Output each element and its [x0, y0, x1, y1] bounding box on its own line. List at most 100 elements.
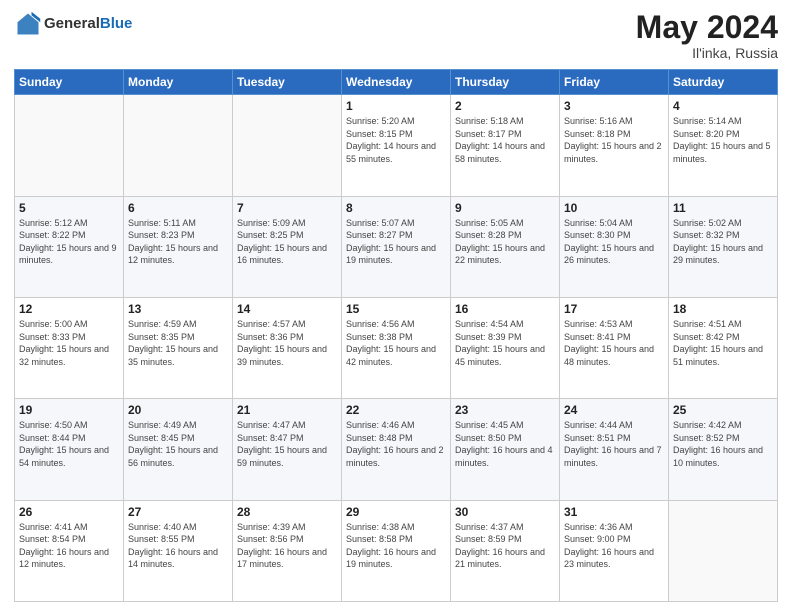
day-sunrise: Sunrise: 5:12 AM	[19, 218, 88, 228]
day-sunset: Sunset: 8:39 PM	[455, 332, 522, 342]
table-row: 25 Sunrise: 4:42 AM Sunset: 8:52 PM Dayl…	[669, 399, 778, 500]
day-sunset: Sunset: 8:22 PM	[19, 230, 86, 240]
table-row: 4 Sunrise: 5:14 AM Sunset: 8:20 PM Dayli…	[669, 95, 778, 196]
day-sunrise: Sunrise: 4:49 AM	[128, 420, 197, 430]
table-row: 19 Sunrise: 4:50 AM Sunset: 8:44 PM Dayl…	[15, 399, 124, 500]
calendar-week-row: 12 Sunrise: 5:00 AM Sunset: 8:33 PM Dayl…	[15, 297, 778, 398]
day-number: 23	[455, 403, 555, 417]
day-sunrise: Sunrise: 5:16 AM	[564, 116, 633, 126]
day-sunrise: Sunrise: 5:09 AM	[237, 218, 306, 228]
logo-icon	[14, 10, 42, 38]
day-sunrise: Sunrise: 5:02 AM	[673, 218, 742, 228]
day-daylight: Daylight: 15 hours and 5 minutes.	[673, 141, 771, 164]
table-row: 1 Sunrise: 5:20 AM Sunset: 8:15 PM Dayli…	[342, 95, 451, 196]
day-daylight: Daylight: 16 hours and 21 minutes.	[455, 547, 545, 570]
day-sunrise: Sunrise: 4:53 AM	[564, 319, 633, 329]
table-row: 24 Sunrise: 4:44 AM Sunset: 8:51 PM Dayl…	[560, 399, 669, 500]
day-number: 21	[237, 403, 337, 417]
day-daylight: Daylight: 16 hours and 10 minutes.	[673, 445, 763, 468]
day-daylight: Daylight: 15 hours and 9 minutes.	[19, 243, 117, 266]
title-block: May 2024 Il'inka, Russia	[636, 10, 778, 61]
day-number: 29	[346, 505, 446, 519]
day-sunrise: Sunrise: 5:14 AM	[673, 116, 742, 126]
day-sunset: Sunset: 8:55 PM	[128, 534, 195, 544]
table-row: 14 Sunrise: 4:57 AM Sunset: 8:36 PM Dayl…	[233, 297, 342, 398]
day-number: 1	[346, 99, 446, 113]
calendar-week-row: 19 Sunrise: 4:50 AM Sunset: 8:44 PM Dayl…	[15, 399, 778, 500]
day-number: 13	[128, 302, 228, 316]
logo-general: GeneralBlue	[44, 16, 132, 33]
day-daylight: Daylight: 14 hours and 58 minutes.	[455, 141, 545, 164]
table-row: 28 Sunrise: 4:39 AM Sunset: 8:56 PM Dayl…	[233, 500, 342, 601]
day-sunset: Sunset: 8:30 PM	[564, 230, 631, 240]
day-sunset: Sunset: 8:28 PM	[455, 230, 522, 240]
day-sunset: Sunset: 8:27 PM	[346, 230, 413, 240]
day-daylight: Daylight: 16 hours and 23 minutes.	[564, 547, 654, 570]
day-daylight: Daylight: 16 hours and 19 minutes.	[346, 547, 436, 570]
day-daylight: Daylight: 14 hours and 55 minutes.	[346, 141, 436, 164]
day-sunrise: Sunrise: 4:37 AM	[455, 522, 524, 532]
day-sunset: Sunset: 8:41 PM	[564, 332, 631, 342]
col-thursday: Thursday	[451, 70, 560, 95]
day-sunset: Sunset: 8:20 PM	[673, 129, 740, 139]
table-row: 20 Sunrise: 4:49 AM Sunset: 8:45 PM Dayl…	[124, 399, 233, 500]
logo: GeneralBlue	[14, 10, 132, 38]
day-sunset: Sunset: 8:32 PM	[673, 230, 740, 240]
col-friday: Friday	[560, 70, 669, 95]
col-saturday: Saturday	[669, 70, 778, 95]
day-number: 4	[673, 99, 773, 113]
table-row: 12 Sunrise: 5:00 AM Sunset: 8:33 PM Dayl…	[15, 297, 124, 398]
day-sunset: Sunset: 8:45 PM	[128, 433, 195, 443]
day-number: 19	[19, 403, 119, 417]
day-number: 17	[564, 302, 664, 316]
table-row	[669, 500, 778, 601]
day-sunrise: Sunrise: 5:05 AM	[455, 218, 524, 228]
day-daylight: Daylight: 16 hours and 4 minutes.	[455, 445, 553, 468]
day-sunrise: Sunrise: 4:59 AM	[128, 319, 197, 329]
day-sunrise: Sunrise: 5:11 AM	[128, 218, 196, 228]
day-number: 15	[346, 302, 446, 316]
day-sunset: Sunset: 8:36 PM	[237, 332, 304, 342]
day-sunrise: Sunrise: 4:41 AM	[19, 522, 88, 532]
day-sunrise: Sunrise: 5:18 AM	[455, 116, 524, 126]
day-daylight: Daylight: 15 hours and 51 minutes.	[673, 344, 763, 367]
day-number: 16	[455, 302, 555, 316]
calendar-table: Sunday Monday Tuesday Wednesday Thursday…	[14, 69, 778, 602]
day-daylight: Daylight: 15 hours and 12 minutes.	[128, 243, 218, 266]
day-sunrise: Sunrise: 5:00 AM	[19, 319, 88, 329]
day-number: 27	[128, 505, 228, 519]
day-number: 6	[128, 201, 228, 215]
day-daylight: Daylight: 15 hours and 32 minutes.	[19, 344, 109, 367]
day-number: 28	[237, 505, 337, 519]
calendar-title: May 2024	[636, 10, 778, 45]
calendar-week-row: 26 Sunrise: 4:41 AM Sunset: 8:54 PM Dayl…	[15, 500, 778, 601]
day-sunrise: Sunrise: 4:40 AM	[128, 522, 197, 532]
day-daylight: Daylight: 16 hours and 2 minutes.	[346, 445, 444, 468]
table-row: 27 Sunrise: 4:40 AM Sunset: 8:55 PM Dayl…	[124, 500, 233, 601]
table-row: 26 Sunrise: 4:41 AM Sunset: 8:54 PM Dayl…	[15, 500, 124, 601]
day-number: 2	[455, 99, 555, 113]
day-sunrise: Sunrise: 4:45 AM	[455, 420, 524, 430]
col-sunday: Sunday	[15, 70, 124, 95]
day-daylight: Daylight: 15 hours and 29 minutes.	[673, 243, 763, 266]
day-sunset: Sunset: 8:38 PM	[346, 332, 413, 342]
calendar-week-row: 5 Sunrise: 5:12 AM Sunset: 8:22 PM Dayli…	[15, 196, 778, 297]
day-daylight: Daylight: 15 hours and 26 minutes.	[564, 243, 654, 266]
calendar-week-row: 1 Sunrise: 5:20 AM Sunset: 8:15 PM Dayli…	[15, 95, 778, 196]
day-number: 5	[19, 201, 119, 215]
table-row: 23 Sunrise: 4:45 AM Sunset: 8:50 PM Dayl…	[451, 399, 560, 500]
day-sunset: Sunset: 8:54 PM	[19, 534, 86, 544]
day-number: 7	[237, 201, 337, 215]
day-daylight: Daylight: 15 hours and 42 minutes.	[346, 344, 436, 367]
day-sunset: Sunset: 8:44 PM	[19, 433, 86, 443]
day-sunset: Sunset: 8:50 PM	[455, 433, 522, 443]
day-number: 8	[346, 201, 446, 215]
table-row	[15, 95, 124, 196]
day-sunset: Sunset: 8:17 PM	[455, 129, 522, 139]
col-monday: Monday	[124, 70, 233, 95]
day-sunrise: Sunrise: 4:54 AM	[455, 319, 524, 329]
table-row: 21 Sunrise: 4:47 AM Sunset: 8:47 PM Dayl…	[233, 399, 342, 500]
table-row: 18 Sunrise: 4:51 AM Sunset: 8:42 PM Dayl…	[669, 297, 778, 398]
day-sunset: Sunset: 8:33 PM	[19, 332, 86, 342]
day-number: 18	[673, 302, 773, 316]
